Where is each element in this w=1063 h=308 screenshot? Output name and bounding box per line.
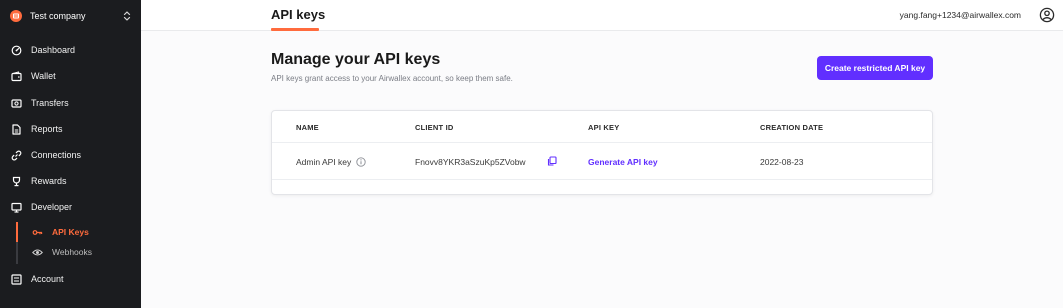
sidebar-item-label: Account [31,274,64,284]
sidebar-item-api-keys[interactable]: API Keys [32,226,89,238]
sidebar-item-transfers[interactable]: Transfers [11,96,69,110]
sidebar-item-label: API Keys [52,227,89,237]
active-tab-indicator [271,28,319,31]
company-name: Test company [30,11,86,21]
sidebar-item-label: Webhooks [52,247,93,257]
sidebar-item-label: Reports [31,124,63,134]
cell-client-id: Fnovv8YKR3aSzuKp5ZVobw [415,157,526,167]
row-divider [272,179,932,180]
sidebar-item-dashboard[interactable]: Dashboard [11,43,75,57]
column-header-api-key: API KEY [588,123,620,132]
sidebar-item-account[interactable]: Account [11,272,64,286]
eye-icon [32,247,43,258]
page-title: Manage your API keys [271,51,441,68]
sidebar: Test company Dashboard Wallet Transfers … [0,0,141,308]
top-header: API keys yang.fang+1234@airwallex.com [141,0,1063,31]
company-logo-icon [10,10,22,22]
column-header-creation-date: CREATION DATE [760,123,824,132]
copy-icon[interactable] [547,156,557,166]
key-icon [32,227,43,238]
sidebar-item-rewards[interactable]: Rewards [11,174,67,188]
user-avatar-icon[interactable] [1039,7,1055,23]
tab-api-keys[interactable]: API keys [271,7,325,22]
api-key-name: Admin API key [296,157,352,167]
account-icon [11,273,22,285]
column-header-client-id: CLIENT ID [415,123,454,132]
dashboard-icon [11,45,22,56]
generate-api-key-link[interactable]: Generate API key [588,157,658,167]
info-icon[interactable] [356,157,366,167]
submenu-active-indicator [16,222,18,242]
developer-icon [11,202,22,213]
sidebar-item-label: Transfers [31,98,69,108]
sidebar-item-connections[interactable]: Connections [11,148,81,162]
wallet-icon [11,70,22,82]
reports-icon [11,123,22,135]
transfers-icon [11,98,22,109]
sidebar-item-label: Connections [31,150,82,160]
page-subtitle: API keys grant access to your Airwallex … [271,74,513,83]
connections-icon [11,150,22,161]
rewards-icon [11,176,22,187]
sidebar-item-developer[interactable]: Developer [11,200,72,214]
sidebar-item-reports[interactable]: Reports [11,122,63,136]
company-switcher[interactable]: Test company [10,9,131,23]
header-divider [272,142,932,143]
sidebar-item-wallet[interactable]: Wallet [11,69,56,83]
sidebar-item-label: Wallet [31,71,56,81]
sidebar-item-label: Rewards [31,176,67,186]
api-keys-table: NAME CLIENT ID API KEY CREATION DATE Adm… [271,110,933,195]
user-email: yang.fang+1234@airwallex.com [899,10,1021,20]
sidebar-item-webhooks[interactable]: Webhooks [32,246,92,258]
column-header-name: NAME [296,123,319,132]
cell-name: Admin API key [296,157,366,167]
sidebar-item-label: Developer [31,202,73,212]
create-restricted-api-key-button[interactable]: Create restricted API key [817,56,933,80]
cell-creation-date: 2022-08-23 [760,157,804,167]
chevron-up-down-icon [123,11,131,21]
sidebar-item-label: Dashboard [31,45,76,55]
